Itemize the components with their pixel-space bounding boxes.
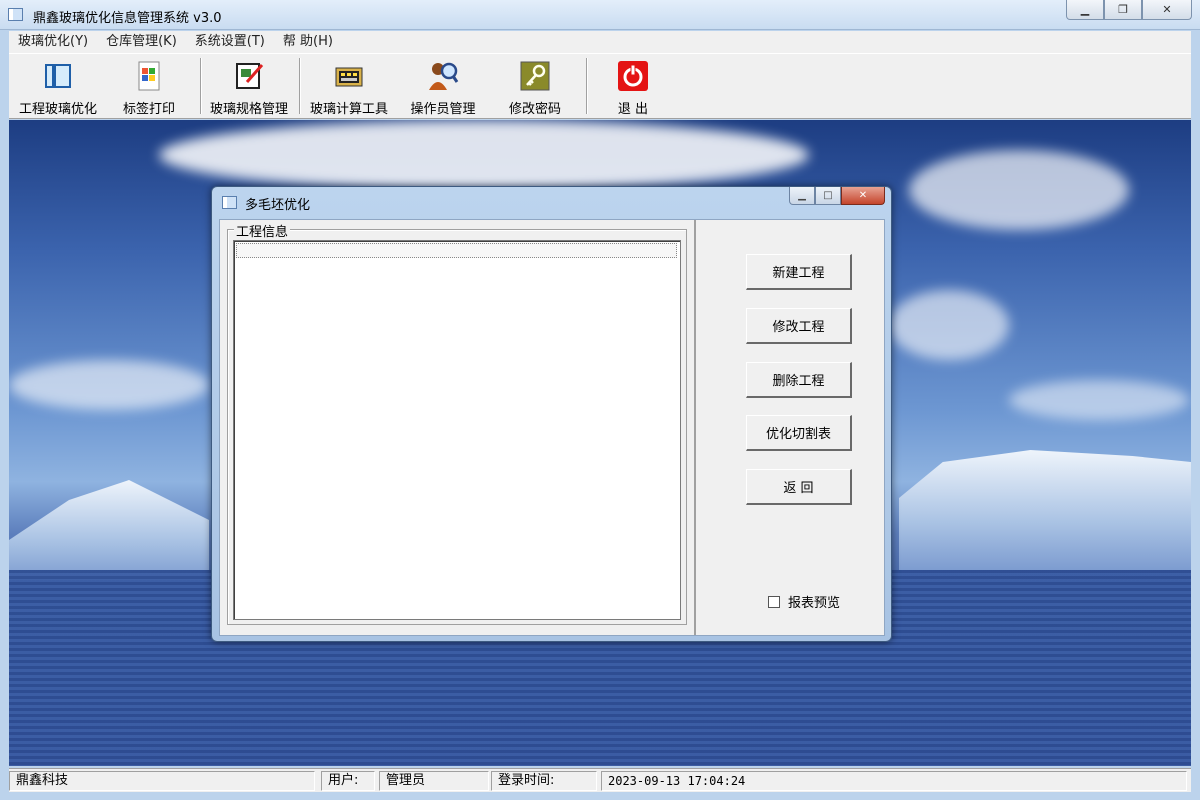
menu-glass-optimize[interactable]: 玻璃优化(Y) [9, 31, 97, 53]
cloud [9, 360, 209, 410]
minimize-icon: ▁ [1080, 3, 1090, 16]
app-title: 鼎鑫玻璃优化信息管理系统 v3.0 [33, 11, 222, 26]
tool-glass-calc[interactable]: 玻璃计算工具 [305, 58, 393, 117]
dialog-title: 多毛坯优化 [245, 198, 311, 213]
app-titlebar: 鼎鑫玻璃优化信息管理系统 v3.0 ▁ ❐ ✕ [0, 0, 1200, 30]
iceberg-left [9, 480, 209, 580]
tool-label: 标签打印 [122, 102, 175, 117]
menu-settings[interactable]: 系统设置(T) [186, 31, 274, 53]
calculator-icon [333, 60, 365, 92]
report-preview-checkbox[interactable]: 报表预览 [768, 592, 840, 611]
group-label: 工程信息 [234, 221, 291, 240]
restore-icon: ❐ [1118, 3, 1128, 16]
dialog-close-button[interactable]: ✕ [841, 187, 885, 205]
menu-help[interactable]: 帮 助(H) [274, 31, 342, 53]
tool-operator-manage[interactable]: 操作员管理 [403, 58, 483, 117]
tool-label: 修改密码 [508, 102, 561, 117]
tool-change-password[interactable]: 修改密码 [499, 58, 571, 117]
label-print-icon [133, 60, 165, 92]
minimize-icon: ▁ [798, 190, 806, 201]
toolbar-separator [200, 58, 202, 114]
cloud [1009, 380, 1189, 420]
menu-warehouse[interactable]: 仓库管理(K) [97, 31, 186, 53]
tool-label: 玻璃计算工具 [309, 102, 388, 117]
tool-project-optimize[interactable]: 工程玻璃优化 [15, 58, 101, 117]
app-icon [8, 8, 23, 21]
book-icon [42, 60, 74, 92]
edit-project-button[interactable]: 修改工程 [746, 308, 852, 344]
action-panel: 新建工程 修改工程 删除工程 优化切割表 返 回 报表预览 [694, 220, 884, 635]
close-icon: ✕ [858, 190, 868, 201]
cloud [159, 120, 809, 190]
tool-exit[interactable]: 退 出 [599, 58, 667, 117]
checkbox-label: 报表预览 [788, 596, 841, 611]
status-bar: 鼎鑫科技 用户: 管理员 登录时间: 2023-09-13 17:04:24 [9, 768, 1191, 792]
tool-label: 操作员管理 [410, 102, 476, 117]
status-user-value: 管理员 [379, 771, 489, 791]
dialog-maximize-button[interactable]: □ [815, 187, 841, 205]
user-search-icon [427, 60, 459, 92]
cloud [909, 150, 1129, 230]
key-icon [519, 60, 551, 92]
new-project-button[interactable]: 新建工程 [746, 254, 852, 290]
tool-label: 退 出 [617, 102, 649, 117]
status-login-label: 登录时间: [491, 771, 597, 791]
project-list[interactable] [233, 240, 681, 620]
dialog-minimize-button[interactable]: ▁ [789, 187, 815, 205]
power-icon [617, 60, 649, 92]
toolbar: 工程玻璃优化 标签打印 玻璃规格管理 玻璃计算工具 操作员管理 修改密码 退 出 [9, 53, 1191, 119]
dialog-window-controls: ▁ □ ✕ [789, 187, 885, 205]
tool-label: 玻璃规格管理 [209, 102, 288, 117]
toolbar-separator [299, 58, 301, 114]
spec-edit-icon [233, 60, 265, 92]
restore-button[interactable]: ❐ [1104, 0, 1142, 20]
iceberg-right [899, 450, 1191, 570]
minimize-button[interactable]: ▁ [1066, 0, 1104, 20]
multi-blank-optimize-dialog: 多毛坯优化 ▁ □ ✕ 工程信息 新建工程 修改工程 删除工程 优化切割表 返 … [211, 186, 892, 642]
toolbar-separator [586, 58, 588, 114]
maximize-icon: □ [823, 190, 833, 201]
tool-label: 工程玻璃优化 [18, 102, 97, 117]
status-user-label: 用户: [321, 771, 375, 791]
close-button[interactable]: ✕ [1142, 0, 1192, 20]
status-company: 鼎鑫科技 [9, 771, 315, 791]
status-login-time: 2023-09-13 17:04:24 [601, 771, 1187, 791]
menu-bar: 玻璃优化(Y) 仓库管理(K) 系统设置(T) 帮 助(H) [9, 31, 1191, 53]
project-info-group: 工程信息 [227, 221, 687, 625]
checkbox-box[interactable] [768, 595, 780, 608]
dialog-icon [222, 196, 237, 209]
close-icon: ✕ [1162, 3, 1172, 16]
tool-glass-spec[interactable]: 玻璃规格管理 [206, 58, 292, 117]
dialog-client-area: 工程信息 新建工程 修改工程 删除工程 优化切割表 返 回 报表预览 [219, 219, 885, 636]
optimize-cut-table-button[interactable]: 优化切割表 [746, 415, 852, 451]
window-controls: ▁ ❐ ✕ [1066, 0, 1192, 22]
tool-label-print[interactable]: 标签打印 [113, 58, 185, 117]
return-button[interactable]: 返 回 [746, 469, 852, 505]
delete-project-button[interactable]: 删除工程 [746, 362, 852, 398]
list-header[interactable] [236, 243, 677, 258]
cloud [889, 290, 1009, 360]
